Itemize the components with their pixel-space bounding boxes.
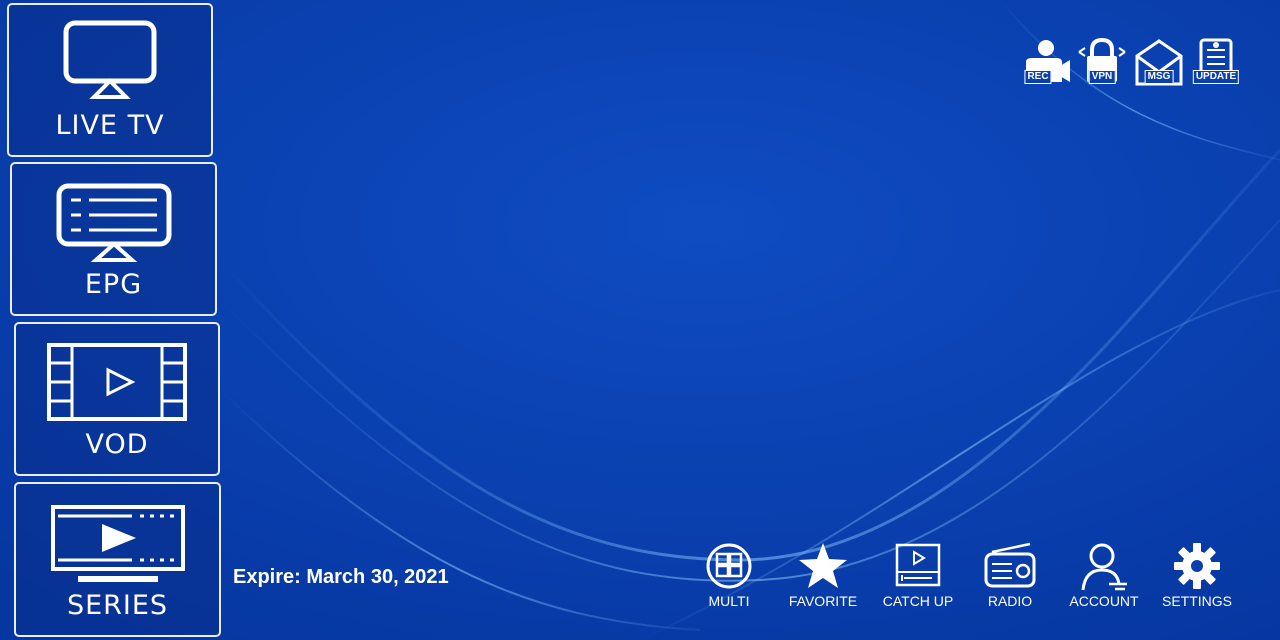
settings-label: SETTINGS <box>1161 593 1232 609</box>
rec-button[interactable]: REC <box>1020 38 1070 86</box>
epg-guide-icon <box>56 183 171 262</box>
vpn-button[interactable]: VPN <box>1077 37 1127 86</box>
update-button[interactable]: UPDATE <box>1191 38 1241 86</box>
msg-button[interactable]: MSG <box>1134 38 1184 86</box>
multi-label: MULTI <box>708 593 750 609</box>
favorite-label: FAVORITE <box>788 593 858 609</box>
live-tv-label: LIVE TV <box>55 110 165 141</box>
radio-button[interactable]: RADIO <box>965 542 1055 614</box>
catch-up-button[interactable]: CATCH UP <box>873 542 963 614</box>
catch-up-player-icon <box>895 543 941 587</box>
vod-tile[interactable]: VOD <box>14 322 220 476</box>
user-account-icon <box>1081 543 1127 591</box>
film-strip-icon <box>47 343 187 421</box>
gear-icon <box>1174 543 1220 589</box>
radio-label: RADIO <box>987 593 1033 609</box>
multi-screen-icon <box>706 543 752 589</box>
favorite-button[interactable]: FAVORITE <box>778 542 868 614</box>
series-label: SERIES <box>66 590 169 621</box>
expire-date: Expire: March 30, 2021 <box>233 566 449 588</box>
tv-icon <box>63 20 157 99</box>
settings-button[interactable]: SETTINGS <box>1152 542 1242 614</box>
radio-icon <box>984 542 1036 588</box>
msg-label: MSG <box>1144 70 1174 84</box>
rec-label: REC <box>1024 70 1052 84</box>
series-player-icon <box>50 505 185 582</box>
account-label: ACCOUNT <box>1069 593 1139 609</box>
vod-label: VOD <box>85 429 149 460</box>
star-icon <box>799 543 847 588</box>
live-tv-tile[interactable]: LIVE TV <box>7 3 213 157</box>
epg-label: EPG <box>84 269 143 300</box>
update-label: UPDATE <box>1192 70 1240 84</box>
epg-tile[interactable]: EPG <box>10 162 217 316</box>
vpn-label: VPN <box>1088 70 1116 84</box>
catch-up-label: CATCH UP <box>882 593 954 609</box>
account-button[interactable]: ACCOUNT <box>1059 542 1149 614</box>
series-tile[interactable]: SERIES <box>14 482 221 637</box>
multi-button[interactable]: MULTI <box>684 542 774 614</box>
